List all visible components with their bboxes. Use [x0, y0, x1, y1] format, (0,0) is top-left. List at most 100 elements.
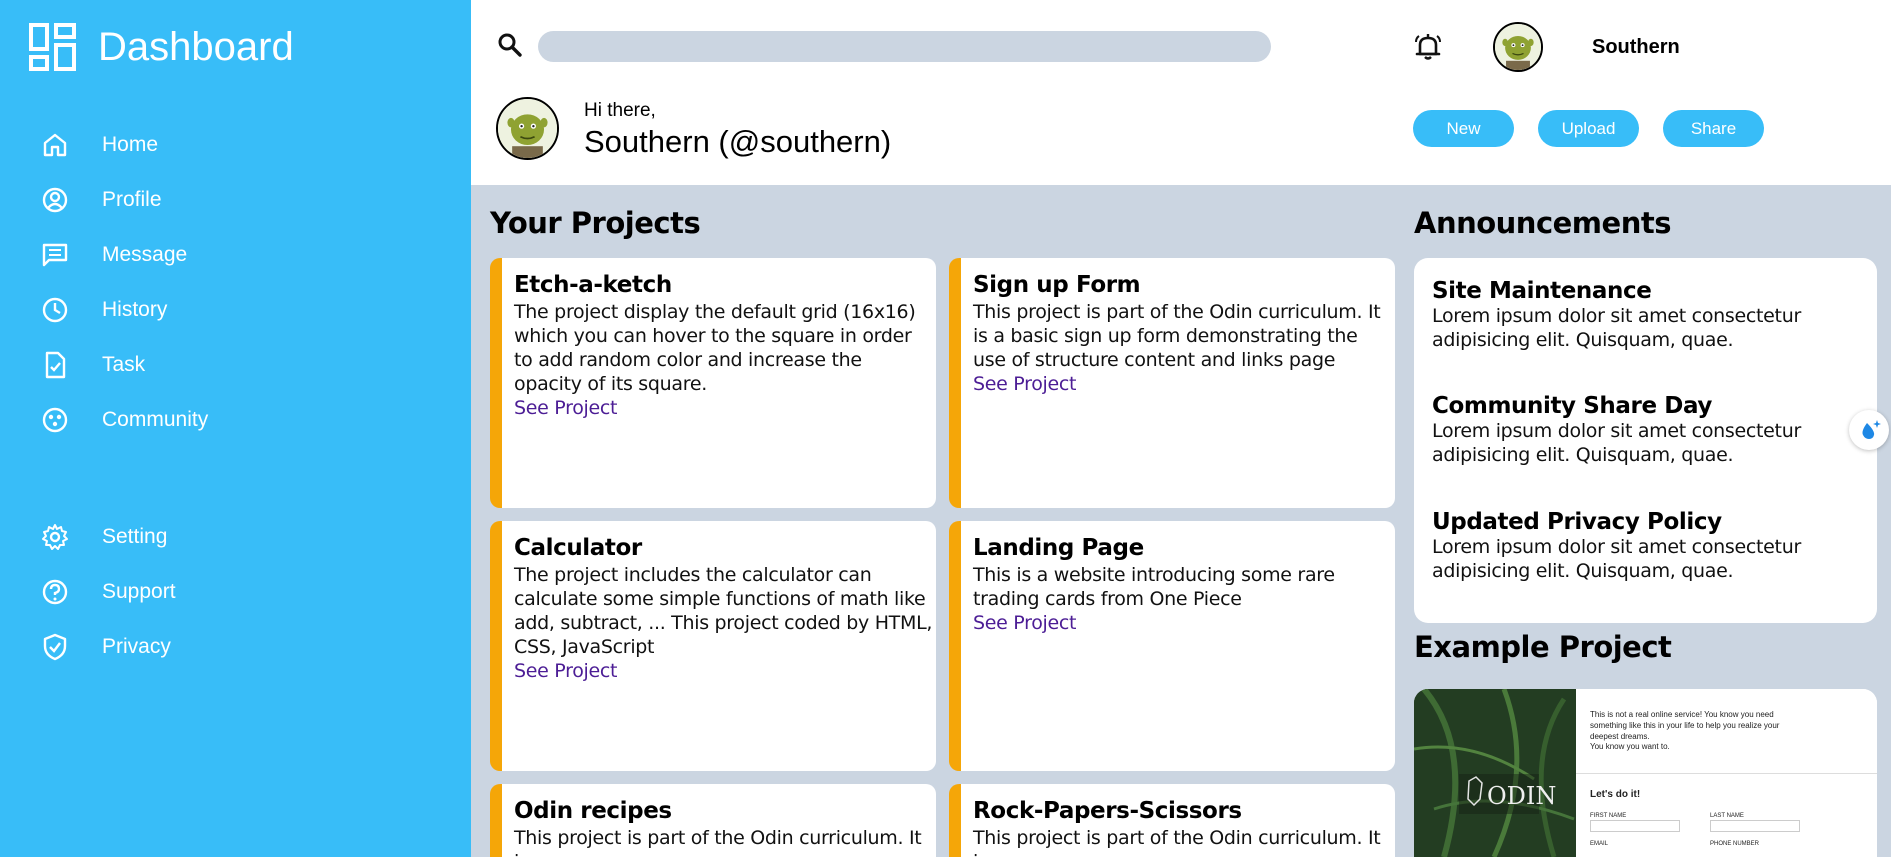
sparkle-drop-icon: [1862, 420, 1881, 439]
sidebar-item-label: Community: [102, 408, 209, 431]
sidebar-item-support[interactable]: Support: [40, 572, 176, 612]
sidebar-item-label: Message: [102, 243, 188, 266]
announcement-item: Updated Privacy Policy Lorem ipsum dolor…: [1432, 509, 1862, 583]
announcements-panel: Site Maintenance Lorem ipsum dolor sit a…: [1414, 258, 1877, 623]
example-project-preview[interactable]: ODIN This is not a real online service! …: [1414, 689, 1877, 857]
project-title: Calculator: [514, 535, 642, 561]
fern-image: [1414, 689, 1576, 857]
see-project-link[interactable]: See Project: [514, 396, 934, 420]
sidebar-item-home[interactable]: Home: [40, 125, 158, 165]
project-description: This project is part of the Odin curricu…: [973, 826, 1393, 857]
shield-icon: [43, 633, 67, 661]
sidebar-item-label: Support: [102, 580, 176, 603]
greeting: Hi there,: [584, 100, 656, 121]
project-description: This is a website introducing some rare …: [973, 563, 1393, 635]
message-icon: [42, 243, 68, 267]
project-description-text: This is a website introducing some rare …: [973, 564, 1335, 610]
search-input[interactable]: [538, 31, 1271, 62]
announcement-text: Lorem ipsum dolor sit amet consectetur a…: [1432, 420, 1801, 466]
project-title: Etch-a-ketch: [514, 272, 672, 298]
sidebar: Dashboard Home Profile Message History T…: [0, 0, 471, 857]
sidebar-item-label: Setting: [102, 525, 168, 548]
gear-icon: [42, 524, 68, 550]
share-button[interactable]: Share: [1663, 110, 1764, 147]
preview-divider: [1576, 773, 1877, 774]
project-title: Landing Page: [973, 535, 1144, 561]
projects-title: Your Projects: [490, 206, 701, 240]
new-button[interactable]: New: [1413, 110, 1514, 147]
announcement-text: Lorem ipsum dolor sit amet consectetur a…: [1432, 305, 1801, 351]
header: Southern Hi there, Southern (@southern) …: [471, 0, 1891, 185]
project-description: The project includes the calculator can …: [514, 563, 934, 683]
bell-icon[interactable]: [1411, 30, 1445, 64]
preview-image: ODIN: [1414, 689, 1576, 857]
project-description-text: The project includes the calculator can …: [514, 564, 933, 658]
project-description: The project display the default grid (16…: [514, 300, 934, 420]
project-description: This project is part of the Odin curricu…: [514, 826, 934, 857]
help-icon: [42, 579, 68, 605]
project-description-text: This project is part of the Odin curricu…: [973, 301, 1381, 371]
project-card: Odin recipes This project is part of the…: [490, 784, 936, 857]
project-description-text: This project is part of the Odin curricu…: [514, 827, 922, 857]
project-card: Etch-a-ketch The project display the def…: [490, 258, 936, 508]
sidebar-item-privacy[interactable]: Privacy: [40, 627, 171, 667]
floating-assistant-button[interactable]: [1849, 410, 1889, 450]
project-description: This project is part of the Odin curricu…: [973, 300, 1393, 396]
see-project-link[interactable]: See Project: [973, 611, 1393, 635]
upload-button[interactable]: Upload: [1538, 110, 1639, 147]
sidebar-item-setting[interactable]: Setting: [40, 517, 167, 557]
announcement-text: Lorem ipsum dolor sit amet consectetur a…: [1432, 536, 1801, 582]
sidebar-item-message[interactable]: Message: [40, 235, 187, 275]
announcement-title: Community Share Day: [1432, 393, 1712, 419]
project-description-text: This project is part of the Odin curricu…: [973, 827, 1381, 857]
preview-line-1: This is not a real online service! You k…: [1590, 710, 1780, 741]
preview-input: [1590, 820, 1680, 832]
profile-icon: [42, 187, 68, 213]
sidebar-item-profile[interactable]: Profile: [40, 180, 162, 220]
preview-cta: Let's do it!: [1590, 789, 1641, 800]
brand-title: Dashboard: [98, 24, 294, 69]
user-name[interactable]: Southern: [1592, 36, 1680, 59]
community-icon: [42, 407, 68, 433]
preview-email: EMAIL: [1590, 841, 1609, 847]
sidebar-item-label: Privacy: [102, 635, 171, 658]
task-icon: [45, 351, 66, 379]
search-icon[interactable]: [497, 32, 523, 58]
sidebar-item-task[interactable]: Task: [40, 345, 145, 385]
see-project-link[interactable]: See Project: [973, 372, 1393, 396]
odin-logo-text: ODIN: [1487, 782, 1557, 810]
brand[interactable]: Dashboard: [28, 22, 294, 72]
announcement-item: Community Share Day Lorem ipsum dolor si…: [1432, 393, 1862, 467]
preview-phone: PHONE NUMBER: [1710, 841, 1760, 847]
sidebar-item-label: Home: [102, 133, 159, 156]
sidebar-item-label: Task: [102, 353, 146, 376]
announcement-item: Site Maintenance Lorem ipsum dolor sit a…: [1432, 278, 1862, 352]
preview-input: [1710, 820, 1800, 832]
preview-form: This is not a real online service! You k…: [1576, 689, 1877, 857]
sidebar-item-history[interactable]: History: [40, 290, 167, 330]
history-icon: [42, 297, 68, 323]
project-description-text: The project display the default grid (16…: [514, 301, 916, 395]
example-title: Example Project: [1414, 630, 1672, 664]
project-title: Odin recipes: [514, 798, 672, 824]
project-card: Rock-Papers-Scissors This project is par…: [949, 784, 1395, 857]
project-title: Sign up Form: [973, 272, 1141, 298]
dashboard-logo-icon: [29, 23, 76, 71]
announcement-title: Updated Privacy Policy: [1432, 509, 1722, 535]
avatar[interactable]: [1493, 22, 1543, 72]
project-card: Calculator The project includes the calc…: [490, 521, 936, 771]
project-title: Rock-Papers-Scissors: [973, 798, 1242, 824]
see-project-link[interactable]: See Project: [514, 659, 934, 683]
sidebar-item-label: History: [102, 298, 168, 321]
announcements-title: Announcements: [1414, 206, 1671, 240]
ogre-avatar-icon: [498, 99, 557, 158]
home-icon: [43, 133, 67, 157]
ogre-avatar-icon: [1495, 24, 1541, 70]
preview-line-2: You know you want to.: [1590, 742, 1670, 751]
display-name: Southern (@southern): [584, 124, 892, 159]
sidebar-item-community[interactable]: Community: [40, 400, 208, 440]
sidebar-item-label: Profile: [102, 188, 162, 211]
project-card: Sign up Form This project is part of the…: [949, 258, 1395, 508]
project-card: Landing Page This is a website introduci…: [949, 521, 1395, 771]
announcement-title: Site Maintenance: [1432, 278, 1652, 304]
